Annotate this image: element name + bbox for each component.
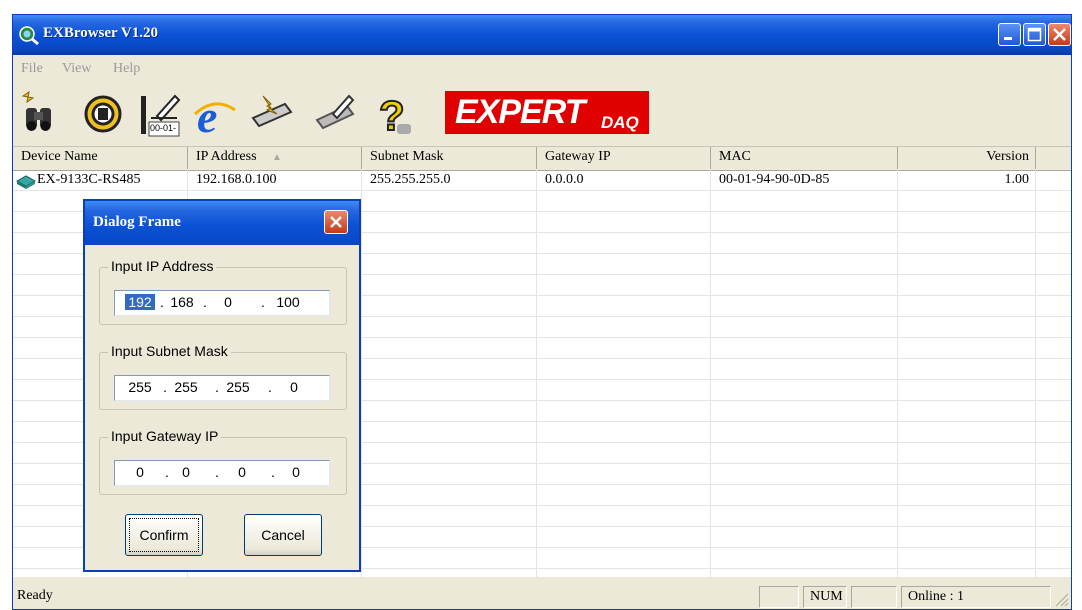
svg-text:e: e [197, 91, 217, 140]
cell-ip: 192.168.0.100 [196, 172, 277, 187]
device-config-button[interactable] [81, 88, 125, 140]
chip-lightning-icon [251, 95, 293, 128]
internet-explorer-icon: e [193, 91, 236, 142]
maximize-button[interactable] [1023, 23, 1046, 46]
subnet-octet-3[interactable]: 255 [223, 379, 253, 395]
cell-mac: 00-01-94-90-0D-85 [719, 172, 830, 187]
ip-octet-4[interactable]: 100 [271, 294, 305, 310]
status-panel-empty-2 [851, 586, 897, 608]
dialog-close-button[interactable] [324, 210, 348, 234]
dialog-title: Dialog Frame [93, 214, 181, 230]
status-text: Ready [17, 588, 53, 603]
subnet-octet-4[interactable]: 0 [279, 379, 309, 395]
gateway-dot: . [215, 464, 219, 480]
cell-gateway: 0.0.0.0 [545, 172, 584, 187]
firmware-update-button[interactable] [249, 88, 293, 140]
sort-ascending-icon: ▲ [272, 152, 282, 163]
help-question-icon: ? [378, 91, 411, 140]
ip-address-label: Input IP Address [108, 258, 217, 274]
col-ip-address[interactable]: IP Address ▲ [188, 147, 362, 169]
gateway-octet-2[interactable]: 0 [173, 464, 199, 480]
search-devices-button[interactable] [17, 88, 61, 140]
minimize-button[interactable] [998, 23, 1021, 46]
gateway-dot: . [165, 464, 169, 480]
subnet-mask-group: Input Subnet Mask 255 . 255 . 255 . 0 [99, 343, 347, 410]
chip-edit-button[interactable] [313, 88, 357, 140]
gateway-dot: . [271, 464, 275, 480]
cancel-button[interactable]: Cancel [244, 514, 322, 556]
ip-dot: . [203, 294, 207, 310]
logo-text: EXPERT [455, 93, 585, 131]
ip-config-dialog: Dialog Frame Input IP Address 192 . 168 … [83, 199, 361, 572]
web-browser-button[interactable]: e [193, 88, 237, 142]
expertdaq-logo: EXPERT DAQ [445, 91, 649, 134]
confirm-button[interactable]: Confirm [125, 514, 203, 556]
ip-address-input[interactable]: 192 . 168 . 0 . 100 [114, 290, 330, 316]
logo-subtext: DAQ [601, 113, 639, 132]
subnet-mask-label: Input Subnet Mask [108, 343, 231, 359]
menu-bar: File View Help [13, 55, 1071, 82]
close-icon [1053, 28, 1066, 41]
binoculars-icon [21, 90, 51, 131]
gear-hand-icon [84, 95, 122, 133]
resize-grip-icon[interactable] [1053, 591, 1069, 607]
subnet-mask-input[interactable]: 255 . 255 . 255 . 0 [114, 375, 330, 401]
status-panel-empty [759, 586, 799, 608]
subnet-dot: . [215, 379, 219, 395]
menu-file[interactable]: File [21, 61, 43, 77]
subnet-octet-1[interactable]: 255 [125, 379, 155, 395]
subnet-octet-2[interactable]: 255 [171, 379, 201, 395]
menu-help[interactable]: Help [113, 61, 140, 77]
menu-view[interactable]: View [62, 61, 91, 77]
status-num: NUM [803, 586, 847, 608]
device-icon [16, 175, 36, 189]
gateway-ip-input[interactable]: 0 . 0 . 0 . 0 [114, 460, 330, 486]
col-version[interactable]: Version [898, 147, 1036, 169]
title-bar[interactable]: EXBrowser V1.20 [13, 15, 1071, 55]
gateway-ip-group: Input Gateway IP 0 . 0 . 0 . 0 [99, 428, 347, 495]
col-ip-address-label: IP Address [196, 149, 257, 164]
app-search-icon [18, 25, 40, 46]
col-mac[interactable]: MAC [711, 147, 898, 169]
gateway-ip-label: Input Gateway IP [108, 428, 222, 444]
close-window-button[interactable] [1048, 23, 1071, 46]
cell-subnet: 255.255.255.0 [370, 172, 451, 187]
close-icon [330, 216, 342, 228]
tool-label-mac: 00-01- [150, 123, 177, 133]
minimize-icon [1004, 37, 1012, 40]
ip-octet-2[interactable]: 168 [167, 294, 197, 310]
ip-octet-3[interactable]: 0 [213, 294, 243, 310]
gateway-octet-1[interactable]: 0 [127, 464, 153, 480]
gateway-octet-4[interactable]: 0 [283, 464, 309, 480]
status-online: Online : 1 [901, 586, 1051, 608]
dialog-title-bar[interactable]: Dialog Frame [85, 201, 359, 245]
chip-pen-icon [315, 94, 355, 130]
col-device-name[interactable]: Device Name [13, 147, 188, 169]
ip-dot: . [160, 294, 164, 310]
cell-device-name: EX-9133C-RS485 [37, 172, 141, 187]
help-button[interactable]: ? [373, 88, 417, 140]
status-bar: Ready NUM Online : 1 [13, 581, 1071, 609]
subnet-dot: . [163, 379, 167, 395]
gateway-octet-3[interactable]: 0 [229, 464, 255, 480]
ip-address-group: Input IP Address 192 . 168 . 0 . 100 [99, 258, 347, 325]
col-subnet-mask[interactable]: Subnet Mask [362, 147, 537, 169]
col-gateway-ip[interactable]: Gateway IP [537, 147, 711, 169]
ip-dot: . [261, 294, 265, 310]
window-title: EXBrowser V1.20 [43, 25, 159, 41]
set-ip-button[interactable]: 00-01- [137, 88, 181, 140]
ip-octet-1[interactable]: 192 [125, 294, 155, 310]
cell-version: 1.00 [1004, 172, 1030, 187]
list-header: Device Name IP Address ▲ Subnet Mask Gat… [13, 147, 1071, 171]
maximize-icon [1027, 27, 1042, 42]
toolbar: 00-01- e ? EXPERT DAQ [13, 82, 1071, 147]
subnet-dot: . [268, 379, 272, 395]
